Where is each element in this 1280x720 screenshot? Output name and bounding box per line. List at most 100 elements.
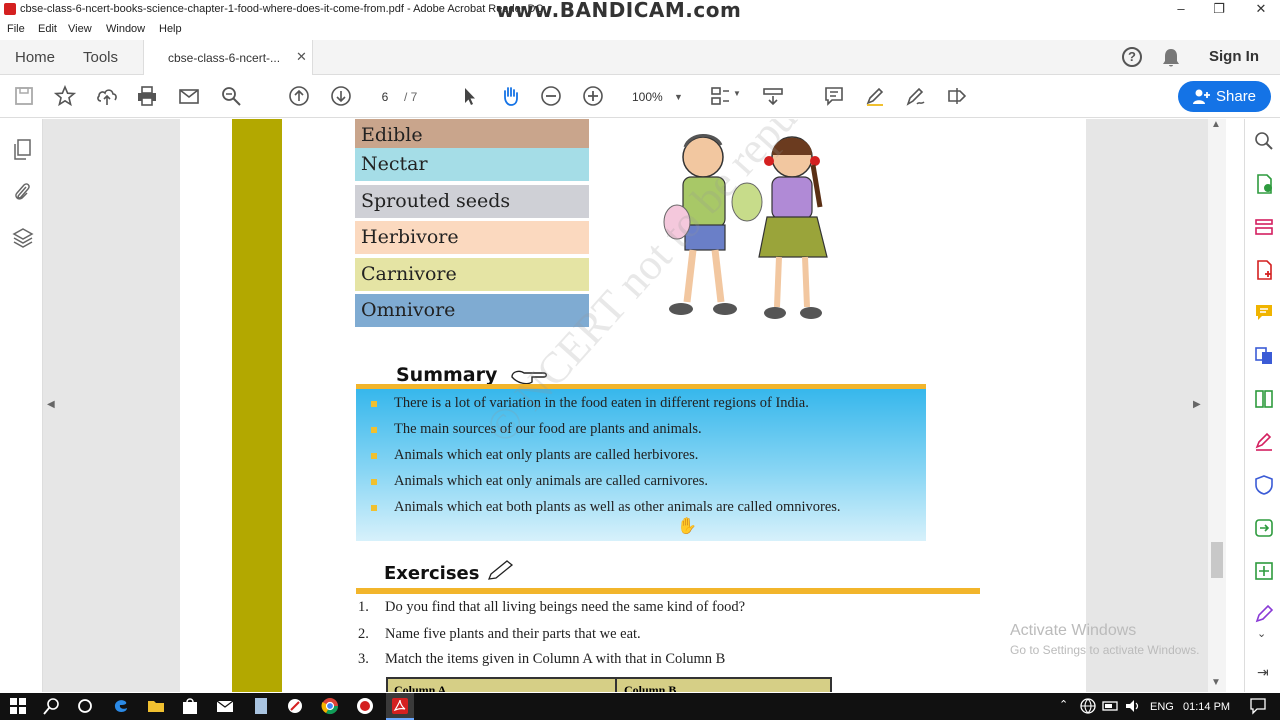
chevron-down-icon[interactable]: ⌄ [1257,627,1266,640]
store-icon[interactable] [181,697,199,715]
exercise-question: Name five plants and their parts that we… [385,626,641,642]
scroll-thumb[interactable] [1211,542,1223,578]
chrome-icon[interactable] [321,697,339,715]
clock[interactable]: 01:14 PM [1183,701,1230,713]
window-title: cbse-class-6-ncert-books-science-chapter… [20,3,544,15]
menu-file[interactable]: File [7,23,25,35]
scroll-down-icon[interactable]: ▼ [1211,677,1221,688]
tab-home[interactable]: Home [15,49,55,66]
organize-pages-icon[interactable] [1254,389,1274,409]
zoom-in-icon[interactable] [581,85,605,109]
sign-tool-icon[interactable] [1254,604,1274,624]
print-production-icon[interactable] [1254,561,1274,581]
cortana-icon[interactable] [76,697,94,715]
page-side-band [232,119,282,692]
more-tools-icon[interactable] [945,85,969,109]
select-cursor-icon[interactable] [457,85,481,109]
help-icon[interactable]: ? [1122,47,1142,67]
windows-start-icon[interactable] [9,697,27,715]
collapse-right-pane-icon[interactable]: ▶ [1193,399,1201,410]
zoom-out-icon[interactable] [539,85,563,109]
attachment-icon[interactable] [12,181,32,203]
expand-pane-icon[interactable]: ⇥ [1257,664,1269,681]
keyword-label: Edible [361,124,423,146]
bullet [371,505,377,511]
record-app-icon[interactable] [356,697,374,715]
tab-tools[interactable]: Tools [83,49,118,66]
menu-edit[interactable]: Edit [38,23,57,35]
activate-title: Activate Windows [1010,622,1137,639]
create-pdf-icon[interactable] [1254,260,1274,280]
input-language[interactable]: ENG [1150,701,1174,713]
column-b-header: Column B [624,683,677,692]
collapse-left-pane-icon[interactable]: ◀ [47,399,55,410]
blocked-app-icon[interactable] [286,697,304,715]
exercise-number: 1. [358,599,369,615]
page-number-input[interactable]: 6 [369,87,401,107]
chevron-down-icon: ▼ [674,92,683,102]
document-viewport[interactable]: ◀ ▶ Edible Nectar Sprouted seeds Herbivo… [43,119,1209,692]
bell-icon[interactable] [1162,48,1180,68]
vertical-scrollbar[interactable]: ▲ ▼ [1208,119,1226,692]
edge-browser-icon[interactable] [112,697,130,715]
mail-icon[interactable] [216,697,234,715]
document-app-icon[interactable] [252,697,270,715]
keyword-herbivore: Herbivore [355,221,589,255]
save-icon[interactable] [12,85,36,109]
keyword-label: Carnivore [361,263,457,285]
sign-pen-icon[interactable] [904,85,928,109]
search-zoom-icon[interactable] [1254,131,1274,151]
acrobat-taskbar-button[interactable] [386,693,414,720]
share-button[interactable]: Share [1178,81,1271,112]
column-divider [615,679,617,692]
battery-icon[interactable] [1102,697,1120,715]
page-thumbnails-icon[interactable] [12,139,32,161]
fill-sign-icon[interactable] [1254,432,1274,452]
layers-icon[interactable] [12,227,34,249]
search-icon[interactable] [43,697,61,715]
bullet [371,401,377,407]
upload-cloud-icon[interactable] [95,85,119,109]
restore-button[interactable]: ❐ [1196,0,1242,20]
scroll-mode-icon[interactable] [761,85,785,109]
close-window-button[interactable]: ✕ [1238,0,1280,20]
email-icon[interactable] [177,85,201,109]
pencil-icon [487,560,514,580]
tab-document[interactable]: cbse-class-6-ncert-... ✕ [143,40,313,75]
file-explorer-icon[interactable] [147,697,165,715]
next-page-icon[interactable] [329,85,353,109]
search-icon[interactable] [219,85,243,109]
close-tab-icon[interactable]: ✕ [296,49,307,65]
network-globe-icon[interactable] [1079,697,1097,715]
comment-tool-icon[interactable] [1254,303,1274,323]
exercises-rule [356,588,980,594]
send-track-icon[interactable] [1254,518,1274,538]
volume-icon[interactable] [1124,697,1142,715]
bullet [371,427,377,433]
sign-in-link[interactable]: Sign In [1209,48,1259,65]
menu-view[interactable]: View [68,23,92,35]
scroll-up-icon[interactable]: ▲ [1211,119,1221,130]
menu-window[interactable]: Window [106,23,145,35]
hand-tool-icon[interactable] [498,85,522,109]
tray-chevron-up-icon[interactable]: ⌃ [1059,698,1068,711]
highlight-pen-icon[interactable] [863,85,887,109]
page-display-icon[interactable] [708,85,732,109]
edit-pdf-icon[interactable] [1254,217,1274,237]
bullet [371,453,377,459]
notifications-icon[interactable] [1249,697,1267,715]
keyword-label: Nectar [361,153,428,175]
chevron-down-icon[interactable]: ▼ [733,89,741,98]
protect-shield-icon[interactable] [1254,475,1274,495]
menu-help[interactable]: Help [159,23,182,35]
zoom-select[interactable]: 100% ▼ [620,87,690,107]
combine-files-icon[interactable] [1254,346,1274,366]
print-icon[interactable] [135,85,159,109]
comment-icon[interactable] [822,85,846,109]
bookmark-star-icon[interactable] [53,84,77,109]
previous-page-icon[interactable] [287,85,311,109]
exercise-number: 2. [358,626,369,642]
export-pdf-icon[interactable] [1254,174,1274,194]
acrobat-app-icon [4,3,16,15]
page-count: / 7 [404,90,418,104]
